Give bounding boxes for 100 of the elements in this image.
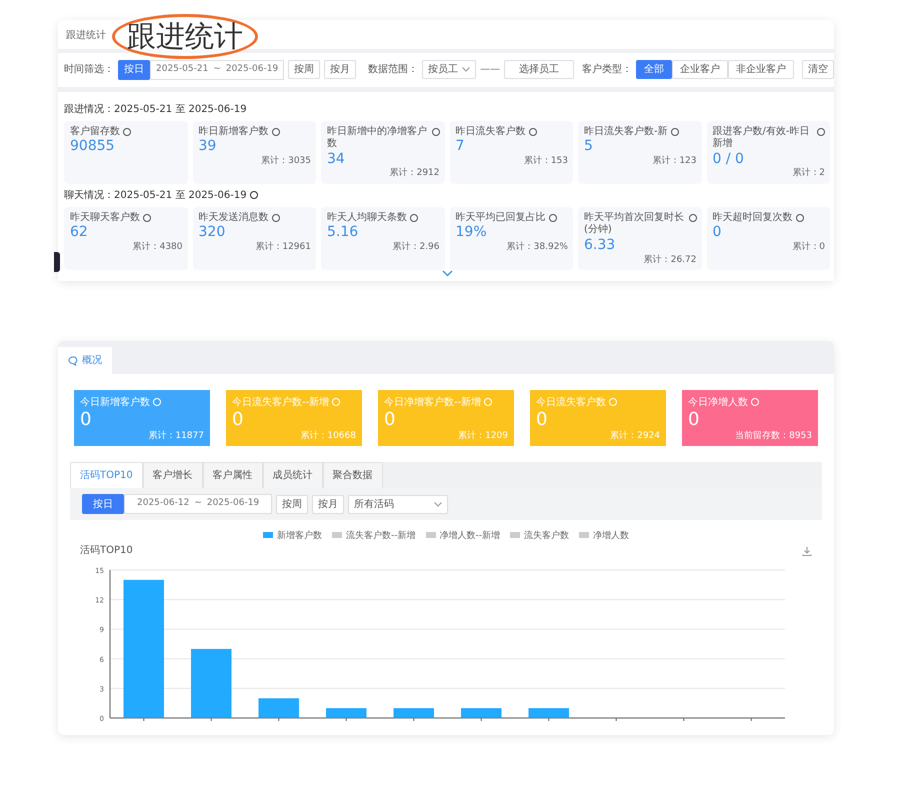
date-text: 2025-06-12 (137, 497, 190, 510)
stat-label: 昨天聊天客户数 (70, 212, 140, 224)
stat-label: 昨天人均聊天条数 (327, 212, 407, 224)
stat-label: 昨天平均首次回复时长(分钟) (584, 212, 685, 237)
metric-value: 0 (688, 410, 700, 430)
mode-button[interactable]: 按日 (118, 60, 150, 80)
legend-item[interactable]: 净增人数--新增 (426, 530, 500, 544)
stat-label: 昨天发送消息数 (198, 212, 268, 224)
metric-label: 今日流失客户数 (536, 397, 606, 408)
stat-total: 累计：0 (792, 242, 825, 252)
mode-button[interactable]: 按月 (324, 60, 356, 80)
stat-total: 累计：4380 (132, 242, 182, 252)
legend-label: 流失客户数 (524, 530, 569, 541)
bar (326, 708, 366, 718)
stat-value: 62 (70, 224, 89, 242)
mode-button[interactable]: 按周 (288, 60, 320, 80)
legend-label: 新增客户数 (277, 530, 322, 541)
stat-total: 累计：2 (792, 168, 825, 178)
metric-label: 今日流失客户数--新增 (232, 397, 330, 408)
stat-total: 累计：26.72 (644, 254, 696, 265)
stat-value: 0 / 0 (712, 150, 745, 168)
mode-button[interactable]: 按月 (312, 494, 344, 514)
chart-tab[interactable]: 客户属性 (202, 462, 263, 488)
legend-label: 净增人数 (593, 530, 629, 541)
chart-tab[interactable]: 聚合数据 (322, 462, 383, 488)
expand-chevron-icon[interactable] (442, 270, 452, 278)
help-icon (123, 128, 131, 136)
stat-label: 跟进客户数/有效-昨日新增 (712, 126, 810, 150)
collapse-handle[interactable] (54, 252, 60, 272)
metric-value: 0 (232, 410, 244, 430)
clear-button[interactable]: 清空 (802, 60, 834, 80)
help-icon (609, 398, 617, 406)
select-staff-button[interactable]: 选择员工 (504, 60, 574, 80)
stat-label: 客户留存数 (70, 126, 120, 138)
stat-label: 昨日流失客户数 (456, 126, 526, 138)
chat-bubble-icon (68, 356, 78, 366)
date-text: 2025-06-19 (226, 63, 278, 76)
stat-value: 0 (712, 224, 722, 242)
type-button[interactable]: 企业客户 (672, 60, 728, 80)
code-select[interactable]: 所有活码 (348, 494, 448, 514)
metric-value: 0 (536, 410, 548, 430)
stat-total: 累计：2912 (390, 168, 440, 178)
legend-label: 流失客户数--新增 (346, 530, 416, 541)
date-range-field[interactable]: 2025-05-21 ~ 2025-06-19 (150, 60, 284, 80)
date-text: 2025-05-21 (156, 63, 208, 76)
stat-value: 34 (327, 150, 346, 168)
tab-label: 概况 (82, 354, 102, 368)
stat-value: 5 (584, 138, 594, 155)
help-icon (751, 398, 759, 406)
stat-total: 累计：12961 (255, 242, 311, 252)
legend-item[interactable]: 净增人数 (579, 530, 629, 544)
chart-title: 活码TOP10 (80, 544, 133, 558)
bar (394, 708, 434, 718)
stat-total: 累计：3035 (261, 156, 311, 166)
bar (528, 708, 569, 718)
metric-total: 累计：1209 (458, 430, 508, 441)
legend-item[interactable]: 新增客户数 (263, 530, 322, 544)
stat-total: 累计：123 (652, 156, 696, 166)
bar (258, 698, 299, 718)
stat-total: 累计：153 (524, 156, 568, 166)
metric-label: 今日净增客户数--新增 (384, 397, 482, 408)
stat-label: 昨天平均已回复占比 (456, 212, 546, 224)
filter-label: 时间筛选： (64, 62, 114, 78)
legend-label: 净增人数--新增 (440, 530, 500, 541)
section-heading: 聊天情况：2025-05-21 至 2025-06-19 (64, 188, 247, 203)
select-value: 所有活码 (354, 498, 394, 511)
metric-total: 累计：2924 (610, 430, 660, 441)
help-icon (272, 214, 280, 222)
stat-label: 昨日新增中的净增客户数 (327, 126, 428, 150)
help-icon (548, 214, 556, 222)
overview-tab[interactable]: 概况 (58, 347, 112, 374)
stat-value: 6.33 (584, 236, 616, 254)
legend-item[interactable]: 流失客户数 (510, 530, 569, 544)
download-icon[interactable] (802, 546, 812, 556)
help-icon (817, 128, 825, 136)
date-text: 2025-06-19 (206, 497, 260, 510)
help-icon (410, 214, 418, 222)
help-icon (484, 398, 492, 406)
stat-value: 320 (198, 224, 226, 242)
stat-label: 昨日流失客户数-新 (584, 126, 668, 138)
metric-label: 今日新增客户数 (80, 397, 150, 408)
range-select[interactable]: 按员工 (422, 60, 476, 80)
help-icon (272, 128, 280, 136)
section-heading: 跟进情况：2025-05-21 至 2025-06-19 (64, 102, 248, 116)
filter-label: 客户类型： (582, 62, 632, 78)
help-icon (528, 128, 536, 136)
type-button[interactable]: 全部 (636, 60, 672, 80)
date-range-field[interactable]: 2025-06-12 ~ 2025-06-19 (124, 494, 272, 514)
filter-label: 数据范围： (368, 62, 418, 78)
legend-item[interactable]: 流失客户数--新增 (332, 530, 416, 544)
stat-value: 39 (198, 138, 218, 155)
stat-label: 昨天超时回复次数 (712, 212, 792, 224)
chart-tab[interactable]: 成员统计 (262, 462, 323, 488)
chart-tab[interactable]: 客户增长 (142, 462, 203, 488)
type-button[interactable]: 非企业客户 (728, 60, 794, 80)
date-separator: ~ (213, 63, 221, 76)
stat-total: 累计：38.92% (506, 242, 568, 252)
mode-button[interactable]: 按周 (276, 494, 308, 514)
mode-button[interactable]: 按日 (82, 494, 124, 514)
bar (461, 708, 502, 718)
